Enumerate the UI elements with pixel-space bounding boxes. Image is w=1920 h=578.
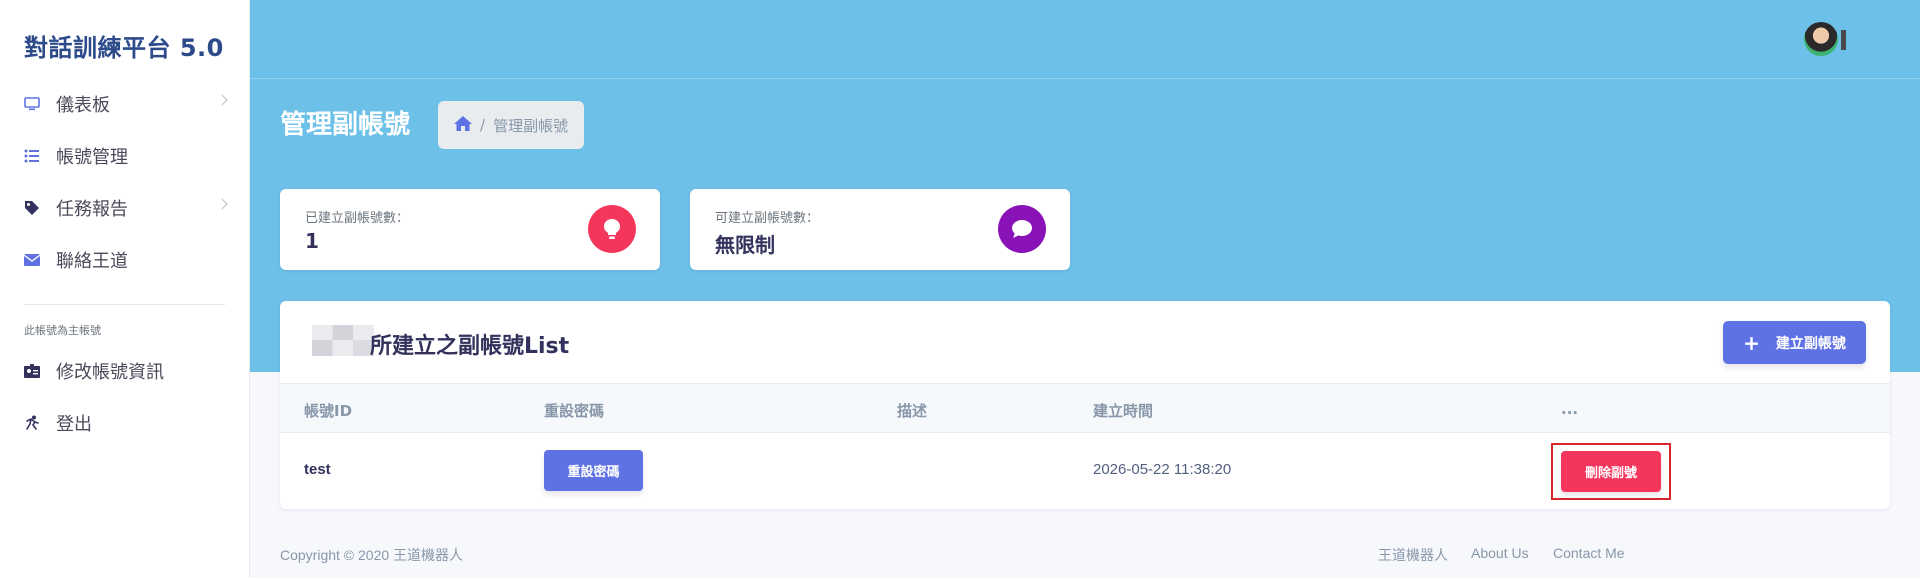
column-header-id: 帳號ID bbox=[304, 402, 353, 420]
image-placeholder bbox=[312, 325, 374, 356]
chat-bubble-icon bbox=[998, 205, 1046, 253]
column-header-reset: 重設密碼 bbox=[544, 402, 605, 420]
running-man-icon bbox=[24, 415, 40, 431]
create-sub-account-button[interactable]: + 建立副帳號 bbox=[1723, 321, 1866, 364]
breadcrumb-current: 管理副帳號 bbox=[493, 116, 569, 135]
tag-icon bbox=[24, 200, 40, 216]
stat-value: 1 bbox=[305, 229, 319, 253]
sidebar-item-label: 儀表板 bbox=[56, 95, 110, 116]
sub-account-table-card: 所建立之副帳號List + 建立副帳號 帳號ID 重設密碼 描述 建立時間 ..… bbox=[280, 301, 1890, 509]
cell-account-id: test bbox=[304, 461, 331, 478]
column-header-actions: ... bbox=[1561, 400, 1579, 418]
chevron-right-icon bbox=[216, 198, 228, 210]
stat-card-created: 已建立副帳號數： 1 bbox=[280, 189, 660, 270]
sidebar-divider bbox=[24, 304, 225, 305]
id-card-icon bbox=[24, 363, 40, 379]
sidebar-item-label: 任務報告 bbox=[56, 199, 128, 220]
footer-link-company[interactable]: 王道機器人 bbox=[1378, 545, 1448, 565]
sidebar-item-label: 帳號管理 bbox=[56, 147, 128, 168]
card-title: 所建立之副帳號List bbox=[370, 334, 570, 359]
brand-title[interactable]: 對話訓練平台 5.0 bbox=[24, 28, 224, 63]
cell-created-time: 2026-05-22 11:38:20 bbox=[1093, 461, 1232, 478]
stat-value: 無限制 bbox=[715, 233, 775, 257]
stat-label: 可建立副帳號數： bbox=[715, 211, 820, 226]
page-title: 管理副帳號 bbox=[280, 110, 411, 140]
column-header-created: 建立時間 bbox=[1093, 402, 1154, 420]
breadcrumb: / 管理副帳號 bbox=[438, 101, 585, 149]
lightbulb-icon bbox=[588, 205, 636, 253]
envelope-icon bbox=[24, 252, 40, 268]
topbar-divider bbox=[250, 78, 1920, 79]
sidebar-item-account-management[interactable]: 帳號管理 bbox=[0, 134, 250, 178]
reset-password-button[interactable]: 重設密碼 bbox=[544, 450, 643, 491]
breadcrumb-separator: / bbox=[480, 116, 486, 134]
sidebar-item-label: 登出 bbox=[56, 414, 92, 435]
stat-label: 已建立副帳號數： bbox=[305, 211, 410, 226]
sidebar-item-label: 聯絡王道 bbox=[56, 251, 128, 272]
user-avatar[interactable] bbox=[1804, 22, 1838, 56]
column-header-description: 描述 bbox=[897, 402, 928, 420]
create-button-label: 建立副帳號 bbox=[1775, 335, 1846, 352]
footer-copyright: Copyright © 2020 王道機器人 bbox=[280, 547, 464, 563]
sidebar-item-label: 修改帳號資訊 bbox=[56, 362, 164, 383]
sidebar-item-contact[interactable]: 聯絡王道 bbox=[0, 238, 250, 282]
footer-link-about[interactable]: About Us bbox=[1471, 545, 1529, 561]
home-icon[interactable] bbox=[454, 115, 472, 135]
avatar-dropdown-icon[interactable] bbox=[1841, 30, 1846, 50]
table-header: 帳號ID 重設密碼 描述 建立時間 ... bbox=[280, 383, 1890, 433]
sidebar: 對話訓練平台 5.0 儀表板 帳號管理 任務報告 聯絡王道 此帳號為主帳號 修改… bbox=[0, 0, 250, 578]
sidebar-item-edit-account[interactable]: 修改帳號資訊 bbox=[0, 349, 250, 393]
chevron-right-icon bbox=[216, 94, 228, 106]
delete-sub-account-button[interactable]: 刪除副號 bbox=[1561, 451, 1661, 492]
plus-icon: + bbox=[1743, 330, 1760, 355]
stat-card-available: 可建立副帳號數： 無限制 bbox=[690, 189, 1070, 270]
monitor-icon bbox=[24, 96, 40, 112]
list-icon bbox=[24, 148, 40, 164]
account-type-label: 此帳號為主帳號 bbox=[24, 324, 101, 337]
sidebar-item-logout[interactable]: 登出 bbox=[0, 401, 250, 445]
sidebar-item-dashboard[interactable]: 儀表板 bbox=[0, 82, 250, 126]
sidebar-item-task-report[interactable]: 任務報告 bbox=[0, 186, 250, 230]
footer-link-contact[interactable]: Contact Me bbox=[1553, 545, 1625, 561]
